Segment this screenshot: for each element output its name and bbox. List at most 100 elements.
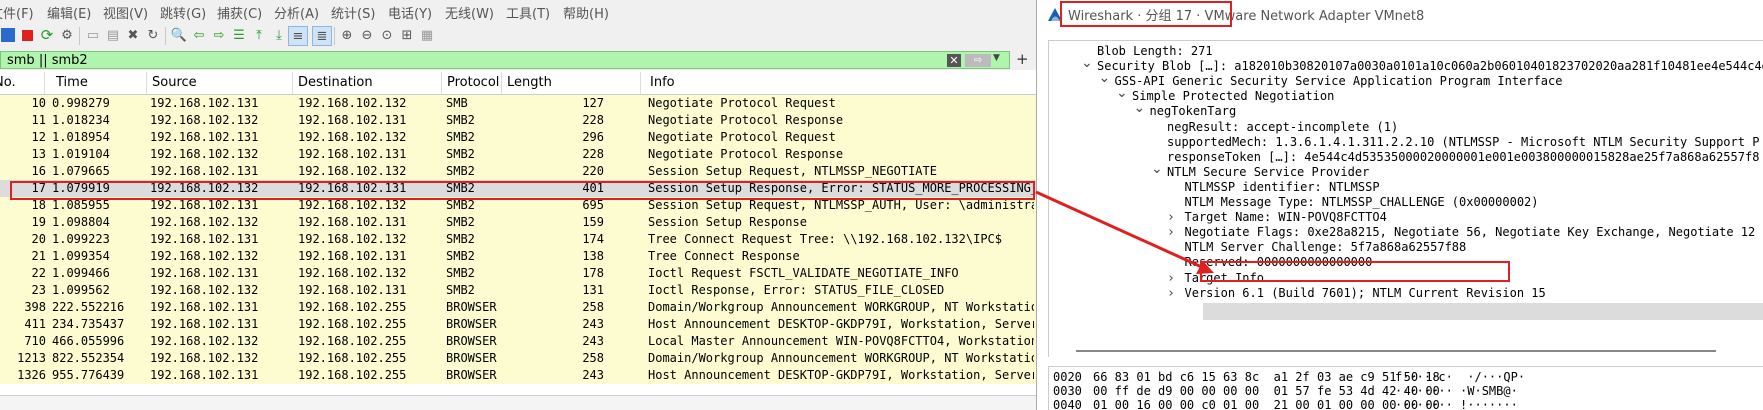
collapse-arrow-icon[interactable]: ⌄ xyxy=(1134,100,1146,116)
menu-wireless[interactable]: 无线(W) xyxy=(445,3,494,22)
expand-arrow-icon[interactable]: › xyxy=(1169,210,1174,225)
packet-row[interactable]: 411 234.735437 192.168.102.131 192.168.102.… xyxy=(0,316,1036,333)
packet-row[interactable]: 20 1.099223 192.168.102.131 192.168.102.132… xyxy=(0,231,1036,248)
close-file-icon[interactable]: ✖ xyxy=(124,26,142,44)
display-filter-input[interactable]: smb || smb2 ✕ ⇨ ▼ xyxy=(0,51,1010,69)
packet-source: 192.168.102.132 xyxy=(150,249,259,263)
packet-protocol: SMB2 xyxy=(446,130,475,144)
packet-destination: 192.168.102.132 xyxy=(298,164,407,178)
save-file-icon[interactable]: ▤ xyxy=(104,26,122,44)
packet-row[interactable]: 11 1.018234 192.168.102.132 192.168.102.131… xyxy=(0,112,1036,129)
packet-row[interactable]: 710 466.055996 192.168.102.132 192.168.102.… xyxy=(0,333,1036,350)
packet-row[interactable]: 19 1.098804 192.168.102.132 192.168.102.131… xyxy=(0,214,1036,231)
packet-time: 466.055996 xyxy=(52,334,125,348)
find-packet-icon[interactable]: 🔍 xyxy=(170,26,188,44)
collapse-arrow-icon[interactable]: ⌄ xyxy=(1081,55,1093,71)
menu-file[interactable]: 文件(F) xyxy=(0,3,34,22)
capture-options-icon[interactable]: ⚙ xyxy=(58,26,76,44)
packet-time: 1.099562 xyxy=(52,283,110,297)
go-forward-icon[interactable]: ⇨ xyxy=(210,26,228,44)
colorize-icon[interactable]: ≣ xyxy=(312,26,332,46)
collapse-arrow-icon[interactable]: ⌄ xyxy=(1151,161,1163,177)
autoscroll-icon[interactable]: ≡ xyxy=(288,26,308,46)
hex-ascii: ········ !······· xyxy=(1395,398,1518,410)
packet-row[interactable]: 1213 822.552354 192.168.102.132 192.168.102… xyxy=(0,350,1036,367)
detail-horizontal-scrollbar[interactable] xyxy=(1076,350,1716,352)
start-capture-icon[interactable] xyxy=(1,28,15,42)
menu-go[interactable]: 跳转(G) xyxy=(160,3,206,22)
packet-length: 243 xyxy=(582,334,604,348)
menu-edit[interactable]: 编辑(E) xyxy=(47,3,91,22)
packet-protocol: BROWSER xyxy=(446,334,497,348)
zoom-out-icon[interactable]: ⊖ xyxy=(358,26,376,44)
packet-row[interactable]: 22 1.099466 192.168.102.131 192.168.102.132… xyxy=(0,265,1036,282)
expand-arrow-icon[interactable]: › xyxy=(1169,225,1174,240)
packet-protocol: SMB2 xyxy=(446,198,475,212)
menu-analyze[interactable]: 分析(A) xyxy=(274,3,319,22)
go-to-packet-icon[interactable]: ☰ xyxy=(230,26,248,44)
packet-row[interactable]: 398 222.552216 192.168.102.131 192.168.102.… xyxy=(0,299,1036,316)
packet-length: 138 xyxy=(582,249,604,263)
column-destination[interactable]: Destination xyxy=(298,75,373,90)
packet-source: 192.168.102.132 xyxy=(150,215,259,229)
packet-row[interactable]: 23 1.099562 192.168.102.132 192.168.102.131… xyxy=(0,282,1036,299)
filter-history-icon[interactable]: ▼ xyxy=(993,53,1000,63)
packet-row[interactable]: 16 1.079665 192.168.102.131 192.168.102.132… xyxy=(0,163,1036,180)
packet-row[interactable]: 21 1.099354 192.168.102.132 192.168.102.131… xyxy=(0,248,1036,265)
first-packet-icon[interactable]: ⤒ xyxy=(250,26,268,44)
packet-source: 192.168.102.131 xyxy=(150,130,259,144)
layout-icon[interactable]: ▦ xyxy=(418,26,436,44)
restart-capture-icon[interactable]: ⟳ xyxy=(38,26,56,44)
expand-arrow-icon[interactable]: › xyxy=(1169,271,1174,286)
packet-row[interactable]: 13 1.019104 192.168.102.132 192.168.102.131… xyxy=(0,146,1036,163)
zoom-in-icon[interactable]: ⊕ xyxy=(338,26,356,44)
last-packet-icon[interactable]: ⤓ xyxy=(270,26,288,44)
resize-columns-icon[interactable]: ⊞ xyxy=(398,26,416,44)
packet-row[interactable]: 12 1.018954 192.168.102.131 192.168.102.132… xyxy=(0,129,1036,146)
collapse-arrow-icon[interactable]: ⌄ xyxy=(1116,85,1128,101)
packet-destination: 192.168.102.131 xyxy=(298,249,407,263)
packet-destination: 192.168.102.132 xyxy=(298,232,407,246)
display-filter-bar: smb || smb2 ✕ ⇨ ▼ + xyxy=(0,50,1036,70)
packet-source: 192.168.102.132 xyxy=(150,351,259,365)
packet-time: 0.998279 xyxy=(52,96,110,110)
packet-no: 21 xyxy=(31,249,46,263)
stop-capture-icon[interactable] xyxy=(18,26,36,44)
menu-capture[interactable]: 捕获(C) xyxy=(217,3,262,22)
packet-time: 1.099466 xyxy=(52,266,110,280)
toolbar-divider xyxy=(165,27,166,45)
column-length[interactable]: Length xyxy=(507,75,552,90)
packet-row[interactable]: 10 0.998279 192.168.102.131 192.168.102.132… xyxy=(0,95,1036,112)
column-info[interactable]: Info xyxy=(650,75,675,90)
column-no[interactable]: No. xyxy=(0,75,16,90)
packet-length: 127 xyxy=(582,96,604,110)
clear-filter-icon[interactable]: ✕ xyxy=(947,54,961,67)
packet-source: 192.168.102.132 xyxy=(150,283,259,297)
packet-destination: 192.168.102.132 xyxy=(298,130,407,144)
apply-filter-icon[interactable]: ⇨ xyxy=(965,54,991,67)
reload-file-icon[interactable]: ↻ xyxy=(144,26,162,44)
menu-help[interactable]: 帮助(H) xyxy=(563,3,609,22)
packet-protocol: SMB2 xyxy=(446,147,475,161)
menu-statistics[interactable]: 统计(S) xyxy=(331,3,375,22)
detail-tree-item[interactable]: Version 6.1 (Build 7601); NTLM Current R… xyxy=(1185,286,1546,303)
menu-view[interactable]: 视图(V) xyxy=(103,3,148,22)
go-back-icon[interactable]: ⇦ xyxy=(190,26,208,44)
packet-protocol: SMB2 xyxy=(446,164,475,178)
column-time[interactable]: Time xyxy=(56,75,88,90)
packet-length: 228 xyxy=(582,113,604,127)
packet-row[interactable]: 1326 955.776439 192.168.102.131 192.168.102… xyxy=(0,367,1036,384)
column-protocol[interactable]: Protocol xyxy=(447,75,501,90)
packet-info: Negotiate Protocol Request xyxy=(648,130,836,144)
collapse-arrow-icon[interactable]: ⌄ xyxy=(1099,70,1111,86)
column-source[interactable]: Source xyxy=(152,75,197,90)
expand-arrow-icon[interactable]: › xyxy=(1169,286,1174,301)
menu-telephony[interactable]: 电话(Y) xyxy=(388,3,432,22)
zoom-normal-icon[interactable]: ⊙ xyxy=(378,26,396,44)
column-divider xyxy=(292,72,293,94)
menu-tools[interactable]: 工具(T) xyxy=(506,3,550,22)
display-filter-text[interactable]: smb || smb2 xyxy=(7,53,88,68)
hex-bytes: 66 83 01 bd c6 15 63 8c a1 2f 03 ae c9 5… xyxy=(1093,370,1440,384)
open-file-icon[interactable]: ▭ xyxy=(84,26,102,44)
add-filter-button[interactable]: + xyxy=(1016,50,1029,68)
